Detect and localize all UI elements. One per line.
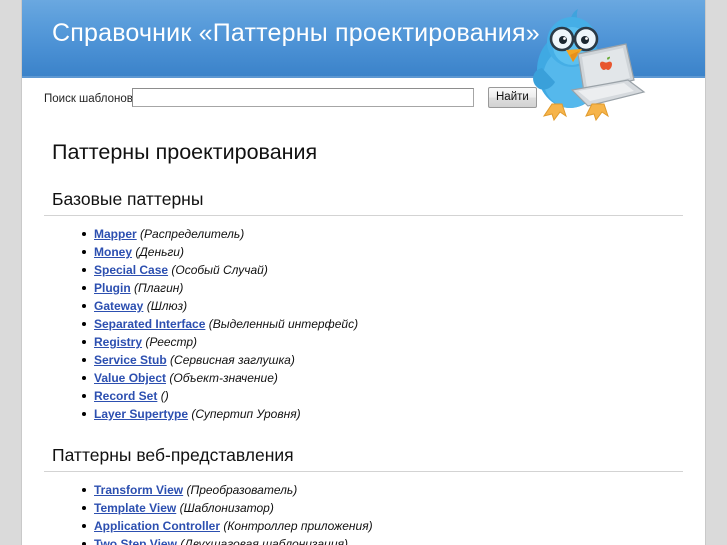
pattern-translation: (Двухшаговая шаблонизация): [180, 537, 348, 545]
pattern-translation: (Контроллер приложения): [223, 519, 373, 533]
pattern-translation: (Сервисная заглушка): [170, 353, 295, 367]
section-divider: [44, 215, 683, 216]
pattern-link[interactable]: Gateway: [94, 299, 143, 313]
pattern-link[interactable]: Record Set: [94, 389, 157, 403]
search-label: Поиск шаблонов: [44, 93, 133, 105]
list-item: Value Object (Объект-значение): [82, 369, 705, 387]
list-item: Transform View (Преобразователь): [82, 481, 705, 499]
site-title: Справочник «Паттерны проектирования»: [52, 19, 540, 47]
section-title-basic-patterns: Базовые паттерны: [52, 189, 204, 209]
pattern-link[interactable]: Mapper: [94, 227, 137, 241]
list-item: Plugin (Плагин): [82, 279, 705, 297]
list-item: Special Case (Особый Случай): [82, 261, 705, 279]
pattern-link[interactable]: Service Stub: [94, 353, 167, 367]
section-divider: [44, 471, 683, 472]
list-item: Application Controller (Контроллер прило…: [82, 517, 705, 535]
list-item: Gateway (Шлюз): [82, 297, 705, 315]
pattern-link[interactable]: Special Case: [94, 263, 168, 277]
section-title-web-presentation-patterns: Паттерны веб-представления: [52, 445, 294, 465]
pattern-translation: (Распределитель): [140, 227, 245, 241]
pattern-translation: (Преобразователь): [186, 483, 298, 497]
page-title: Паттерны проектирования: [52, 140, 318, 164]
pattern-translation: (Шлюз): [146, 299, 188, 313]
list-item: Two Step View (Двухшаговая шаблонизация): [82, 535, 705, 545]
list-item: Service Stub (Сервисная заглушка): [82, 351, 705, 369]
pattern-translation: (Объект-значение): [169, 371, 278, 385]
pattern-translation: (Реестр): [145, 335, 197, 349]
list-item: Registry (Реестр): [82, 333, 705, 351]
search-input[interactable]: [132, 88, 474, 107]
pattern-translation: (Супертип Уровня): [191, 407, 301, 421]
pattern-translation: (Деньги): [135, 245, 184, 259]
pattern-translation: (Плагин): [134, 281, 184, 295]
pattern-link[interactable]: Template View: [94, 501, 176, 515]
pattern-link[interactable]: Transform View: [94, 483, 183, 497]
pattern-list-basic: Mapper (Распределитель) Money (Деньги) S…: [22, 225, 705, 423]
pattern-link[interactable]: Two Step View: [94, 537, 177, 545]
list-item: Mapper (Распределитель): [82, 225, 705, 243]
pattern-translation: (Выделенный интерфейс): [208, 317, 359, 331]
pattern-link[interactable]: Plugin: [94, 281, 131, 295]
pattern-link[interactable]: Value Object: [94, 371, 166, 385]
pattern-link[interactable]: Separated Interface: [94, 317, 205, 331]
list-item: Money (Деньги): [82, 243, 705, 261]
main-content: Паттерны проектирования Базовые паттерны…: [22, 126, 705, 545]
list-item: Record Set (): [82, 387, 705, 405]
site-header: Справочник «Паттерны проектирования»: [22, 0, 705, 78]
pattern-link[interactable]: Money: [94, 245, 132, 259]
pattern-translation: (Шаблонизатор): [179, 501, 274, 515]
pattern-translation: (): [160, 389, 169, 403]
pattern-link[interactable]: Application Controller: [94, 519, 220, 533]
list-item: Template View (Шаблонизатор): [82, 499, 705, 517]
pattern-link[interactable]: Registry: [94, 335, 142, 349]
pattern-list-web: Transform View (Преобразователь) Templat…: [22, 481, 705, 545]
pattern-link[interactable]: Layer Supertype: [94, 407, 188, 421]
search-submit-button[interactable]: Найти: [488, 87, 537, 108]
search-bar: Поиск шаблонов Найти: [22, 78, 705, 126]
page-frame: Справочник «Паттерны проектирования» Пои…: [0, 0, 727, 545]
list-item: Separated Interface (Выделенный интерфей…: [82, 315, 705, 333]
pattern-translation: (Особый Случай): [171, 263, 268, 277]
list-item: Layer Supertype (Супертип Уровня): [82, 405, 705, 423]
